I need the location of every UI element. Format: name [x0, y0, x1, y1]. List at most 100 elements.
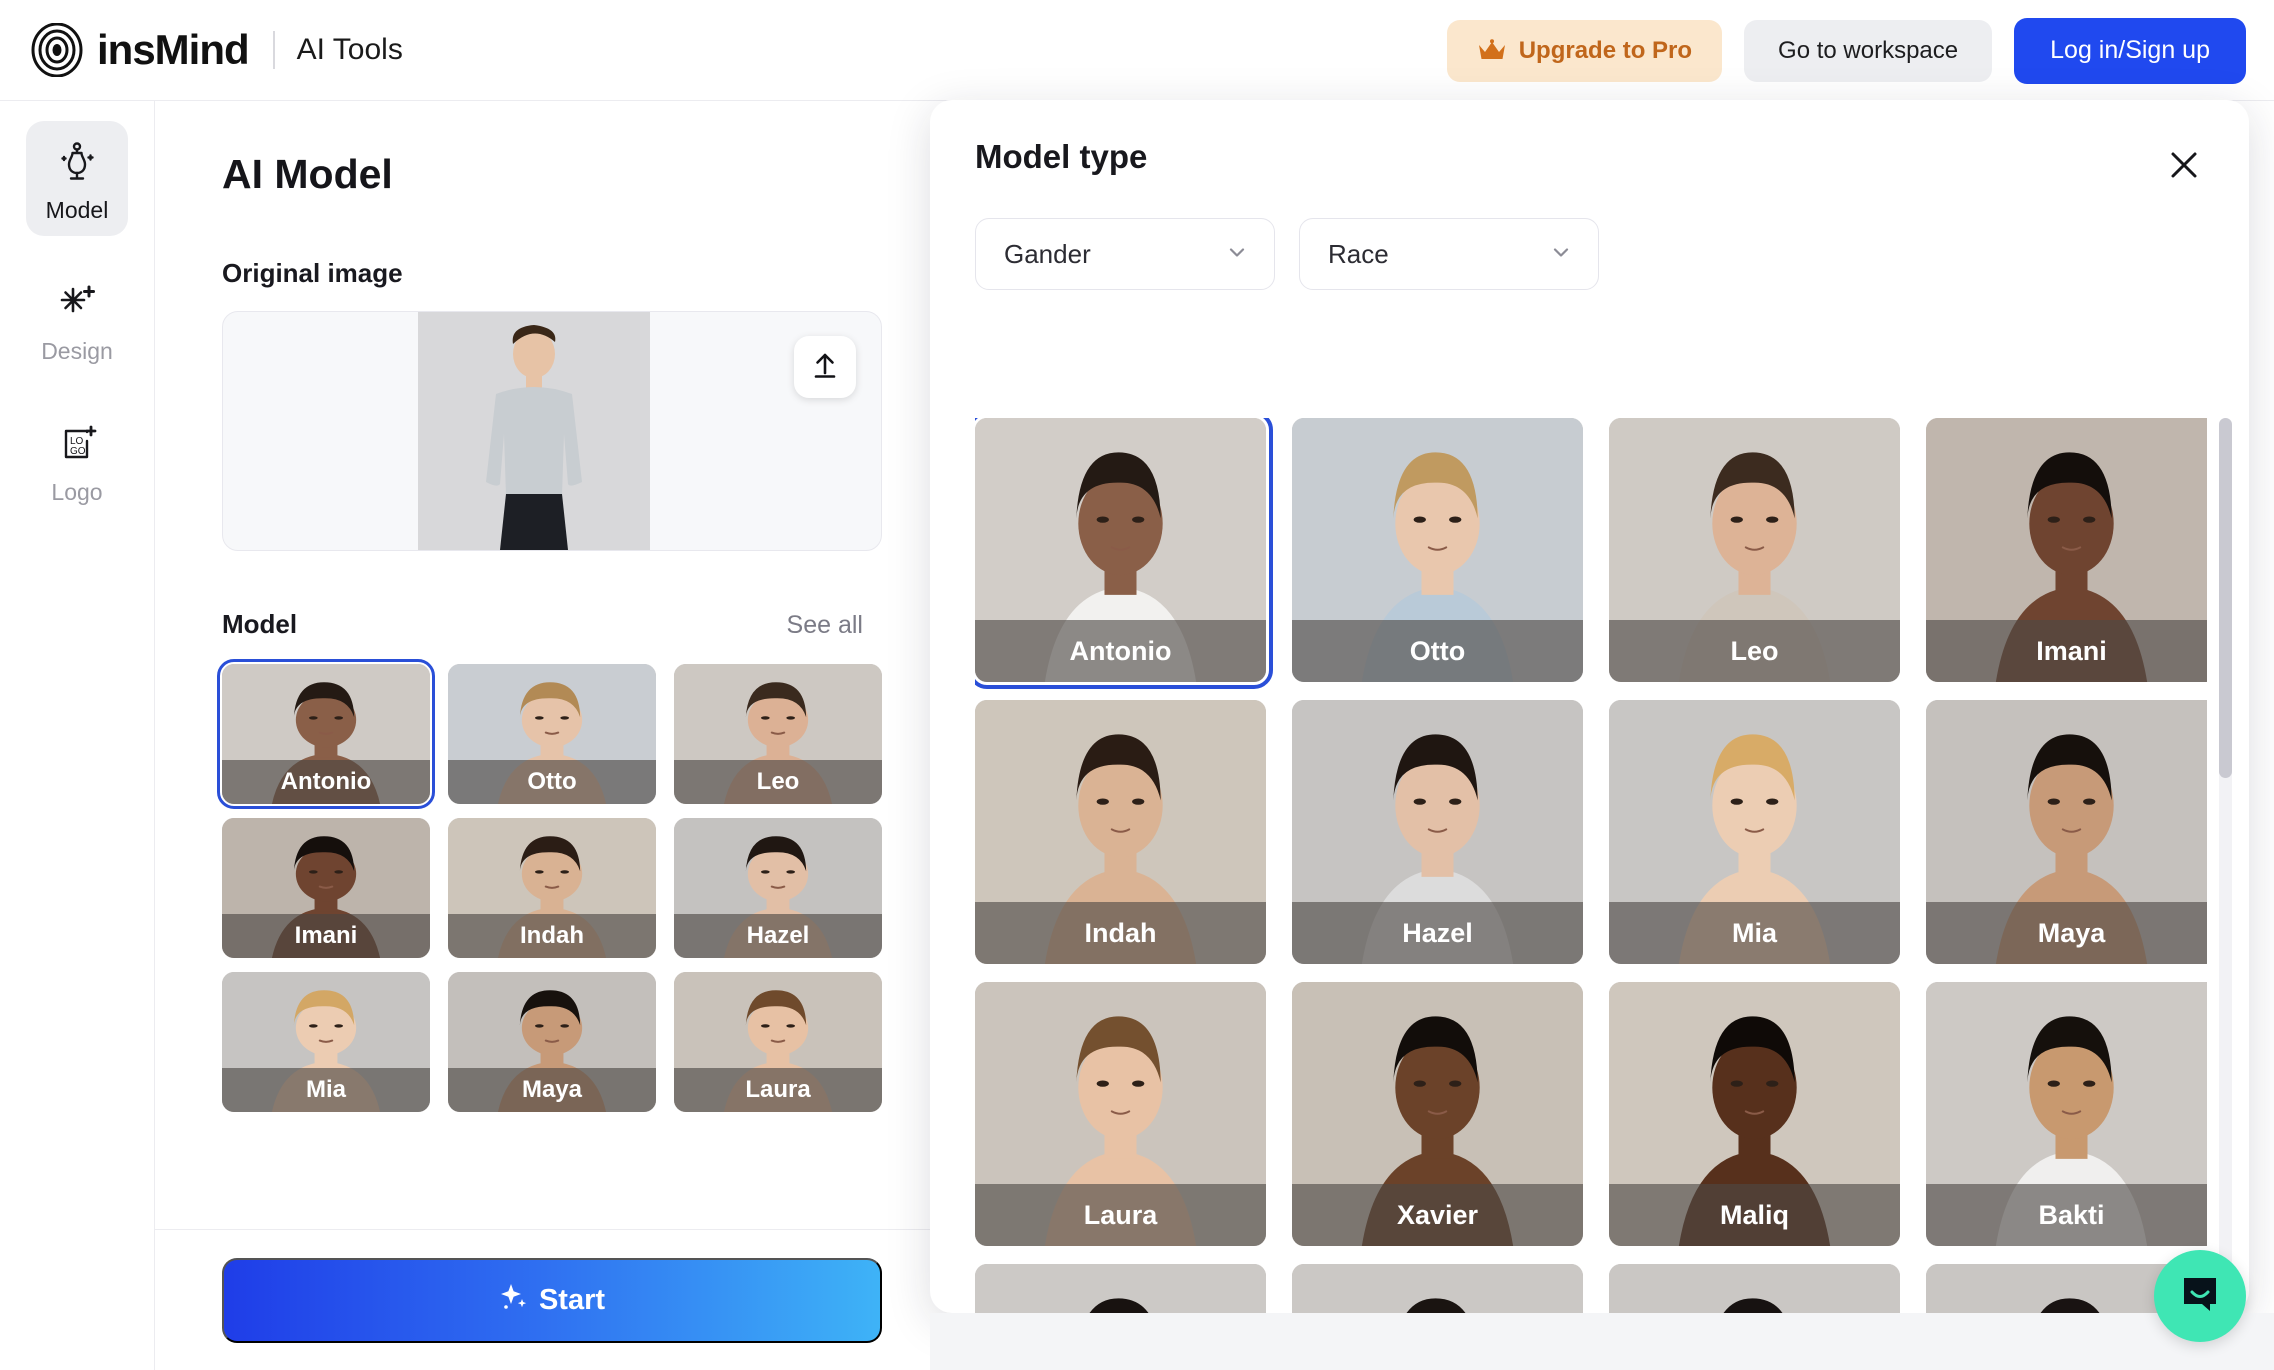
chat-widget-button[interactable] [2154, 1250, 2246, 1342]
model-card[interactable]: Otto [448, 664, 656, 804]
model-thumbnail [1609, 1264, 1900, 1313]
sidebar-item-model[interactable]: Model [26, 121, 128, 236]
model-card[interactable]: Otto [1292, 418, 1583, 682]
model-card[interactable]: Maya [448, 972, 656, 1112]
modal-filters: Gander Race [975, 218, 2249, 290]
model-card[interactable] [1609, 1264, 1900, 1313]
page-title: AI Model [222, 151, 393, 197]
login-signup-label: Log in/Sign up [2050, 36, 2210, 64]
model-card[interactable]: Hazel [1292, 700, 1583, 964]
original-image-preview[interactable] [222, 311, 882, 551]
model-card[interactable]: Maya [1926, 700, 2207, 964]
sidebar-item-logo[interactable]: LO GO Logo [26, 403, 128, 518]
model-card[interactable]: Xavier [1292, 982, 1583, 1246]
insmind-logo-icon [30, 22, 84, 78]
model-card-label: Maya [1926, 902, 2207, 964]
login-signup-button[interactable]: Log in/Sign up [2014, 17, 2246, 84]
chevron-down-icon [1226, 239, 1248, 270]
model-card[interactable]: Laura [674, 972, 882, 1112]
upgrade-to-pro-label: Upgrade to Pro [1518, 36, 1693, 64]
model-card-label: Leo [674, 760, 882, 804]
model-card-label: Indah [448, 914, 656, 958]
model-card-label: Otto [1292, 620, 1583, 682]
upgrade-to-pro-button[interactable]: Upgrade to Pro [1446, 19, 1723, 82]
model-card[interactable]: Antonio [217, 659, 435, 809]
model-card[interactable]: Leo [1609, 418, 1900, 682]
brand-divider [272, 31, 275, 69]
model-card-label: Mia [1609, 902, 1900, 964]
start-button-label: Start [538, 1284, 606, 1316]
model-card-label: Laura [975, 1184, 1266, 1246]
model-section-label: Model [222, 609, 298, 639]
page-background [930, 1313, 2274, 1370]
original-image-label: Original image [222, 258, 403, 288]
model-card[interactable]: Leo [674, 664, 882, 804]
model-card-label: Mia [222, 1068, 430, 1112]
upload-button[interactable] [794, 336, 856, 398]
race-filter-label: Race [1328, 238, 1389, 269]
modal-model-grid: Antonio Otto Leo Imani Indah Hazel Mia M… [975, 418, 2207, 1313]
gender-filter-label: Gander [1004, 238, 1091, 269]
model-card-label: Indah [975, 902, 1266, 964]
original-image-photo [418, 312, 650, 550]
model-card-label: Antonio [975, 620, 1266, 682]
brand-name: insMind [97, 26, 250, 73]
model-card[interactable]: Mia [1609, 700, 1900, 964]
model-card[interactable] [1292, 1264, 1583, 1313]
sidebar-item-design[interactable]: Design [26, 262, 128, 377]
modal-scrollbar-track[interactable] [2219, 418, 2232, 1296]
top-bar: insMind AI Tools Upgrade to Pro Go to wo… [0, 0, 2274, 101]
svg-text:GO: GO [70, 446, 86, 457]
chat-bubble-icon [2178, 1272, 2222, 1321]
panel-model-grid: Antonio Otto Leo Imani Indah Hazel Mia M… [217, 659, 882, 1112]
go-to-workspace-button[interactable]: Go to workspace [1744, 19, 1993, 82]
model-card-label: Laura [674, 1068, 882, 1112]
model-card-label: Bakti [1926, 1184, 2207, 1246]
logo-box-icon: LO GO [26, 417, 128, 471]
model-card-label: Imani [1926, 620, 2207, 682]
modal-scrollbar-thumb[interactable] [2219, 418, 2232, 778]
model-card[interactable]: Antonio [975, 418, 1273, 689]
sparkles-icon [499, 1282, 529, 1320]
model-card[interactable]: Hazel [674, 818, 882, 958]
close-icon[interactable] [2161, 142, 2207, 188]
sidebar-item-model-label: Model [45, 197, 109, 223]
go-to-workspace-label: Go to workspace [1778, 36, 1959, 64]
sidebar-item-logo-label: Logo [51, 479, 103, 505]
model-card[interactable]: Mia [222, 972, 430, 1112]
crown-icon [1477, 38, 1507, 63]
model-card-label: Otto [448, 760, 656, 804]
sidebar-item-design-label: Design [41, 338, 113, 364]
model-card-label: Maliq [1609, 1184, 1900, 1246]
model-card-label: Antonio [222, 760, 430, 804]
mannequin-icon [26, 135, 128, 189]
model-card[interactable]: Indah [448, 818, 656, 958]
modal-title: Model type [975, 138, 1148, 175]
model-thumbnail [1292, 1264, 1583, 1313]
model-card-label: Hazel [1292, 902, 1583, 964]
gender-filter-select[interactable]: Gander [975, 218, 1275, 290]
model-card[interactable]: Bakti [1926, 982, 2207, 1246]
tool-panel: AI Model Original image Model See all An… [155, 101, 930, 1370]
modal-scroll-area: Antonio Otto Leo Imani Indah Hazel Mia M… [975, 418, 2207, 1313]
model-card[interactable]: Indah [975, 700, 1266, 964]
see-all-link[interactable]: See all [787, 611, 863, 640]
model-card[interactable] [975, 1264, 1266, 1313]
model-card[interactable]: Laura [975, 982, 1266, 1246]
model-card-label: Hazel [674, 914, 882, 958]
sidebar: Model Design LO GO Logo [0, 101, 155, 1370]
model-section-header: Model See all [222, 609, 863, 640]
race-filter-select[interactable]: Race [1299, 218, 1599, 290]
model-card-label: Imani [222, 914, 430, 958]
model-card[interactable]: Imani [1926, 418, 2207, 682]
model-card[interactable]: Maliq [1609, 982, 1900, 1246]
model-card-label: Leo [1609, 620, 1900, 682]
brand-logo[interactable]: insMind [30, 22, 250, 78]
start-button[interactable]: Start [222, 1258, 882, 1343]
panel-footer: Start [155, 1229, 930, 1370]
model-type-modal: Model type Gander Race Antonio Otto Leo … [930, 100, 2249, 1313]
chevron-down-icon [1550, 239, 1572, 270]
top-bar-actions: Upgrade to Pro Go to workspace Log in/Si… [1446, 0, 2246, 101]
model-card[interactable]: Imani [222, 818, 430, 958]
sparkle-star-icon [26, 276, 128, 330]
